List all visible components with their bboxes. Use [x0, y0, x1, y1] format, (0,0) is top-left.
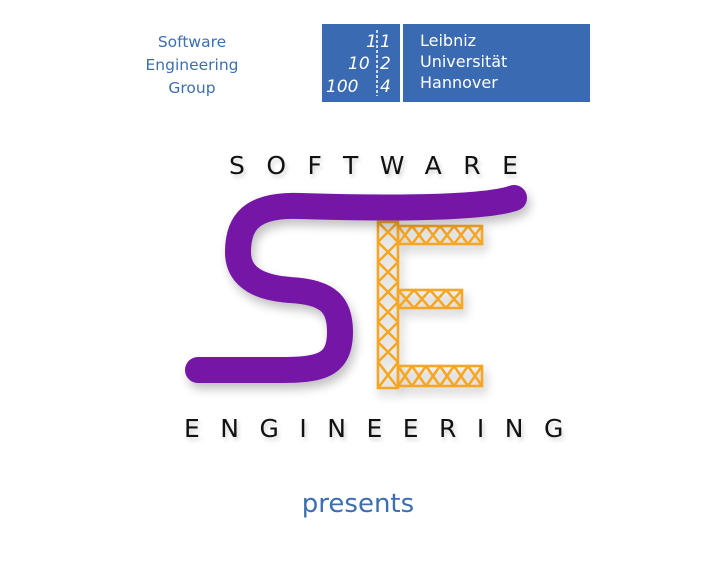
group-label-line-3: Group: [168, 79, 216, 97]
group-label: Software Engineering Group: [134, 31, 250, 100]
university-name: Leibniz Universität Hannover: [420, 30, 507, 93]
university-mark-icon: 1 1 10 2 100 4: [326, 30, 391, 97]
university-name-line-1: Leibniz: [420, 31, 477, 50]
university-logo-divider: [400, 24, 403, 102]
mark-row-3-left: 100: [326, 77, 358, 97]
university-name-line-2: Universität: [420, 52, 508, 71]
mark-row-2-right: 2: [380, 54, 391, 74]
university-logo: 1 1 10 2 100 4 Leibniz Universität Hanno…: [322, 24, 590, 102]
logo-word-software: SOFTWARE: [229, 151, 540, 180]
mark-row-1-right: 1: [380, 32, 391, 52]
s-brush-stroke: [185, 185, 527, 383]
group-label-line-2: Engineering: [145, 56, 239, 74]
mark-row-2-left: 10: [348, 54, 370, 74]
e-scaffold: [376, 220, 484, 390]
se-logo-icon: [185, 185, 527, 390]
logo-word-engineering: ENGINEERING: [184, 414, 584, 443]
mark-row-1-left: 1: [366, 32, 377, 52]
mark-row-3-right: 4: [380, 77, 391, 97]
group-label-line-1: Software: [157, 33, 227, 51]
presents-label: presents: [301, 489, 415, 519]
university-name-line-3: Hannover: [420, 73, 498, 92]
